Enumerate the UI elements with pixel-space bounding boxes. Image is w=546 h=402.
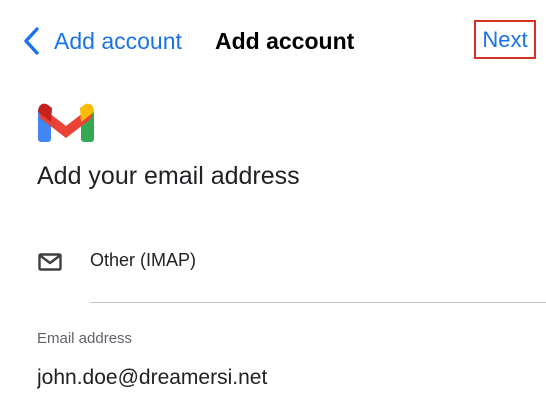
chevron-left-icon <box>24 27 39 55</box>
section-heading: Add your email address <box>37 162 300 190</box>
back-button-label: Add account <box>54 27 182 54</box>
email-field[interactable] <box>37 362 517 394</box>
gmail-logo <box>38 103 94 142</box>
next-button[interactable]: Next <box>474 20 536 59</box>
mail-icon <box>38 253 62 271</box>
account-type-label: Other (IMAP) <box>90 250 197 270</box>
page-title: Add account <box>215 28 355 54</box>
add-account-screen: Add account Add account Next Add your em… <box>0 0 546 402</box>
account-type-row[interactable]: Other (IMAP) <box>0 236 546 288</box>
email-field-label: Email address <box>37 330 133 347</box>
divider <box>90 302 546 303</box>
back-button[interactable]: Add account <box>22 24 182 58</box>
navigation-bar: Add account Add account Next <box>0 0 546 80</box>
